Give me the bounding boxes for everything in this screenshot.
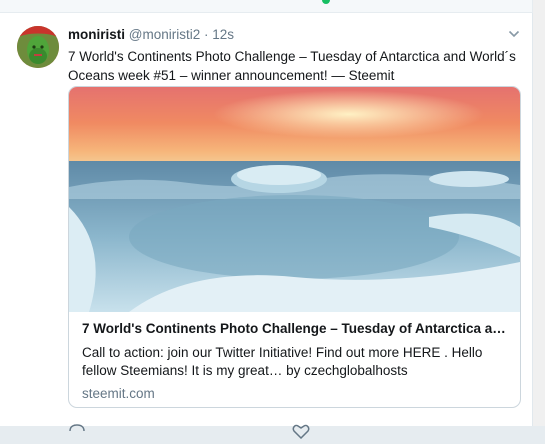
- card-title: 7 World's Continents Photo Challenge – T…: [82, 321, 510, 336]
- tweet[interactable]: moniristi @moniristi2 · 12s 7 World's Co…: [0, 13, 533, 440]
- avatar[interactable]: [17, 26, 59, 68]
- card-image: [69, 87, 520, 312]
- tweet-timestamp[interactable]: 12s: [212, 27, 234, 42]
- reply-icon[interactable]: [68, 423, 86, 439]
- header-separator: ·: [204, 27, 209, 42]
- tweet-header: moniristi @moniristi2 · 12s: [68, 27, 234, 42]
- display-name[interactable]: moniristi: [68, 27, 125, 42]
- tweet-text: 7 World's Continents Photo Challenge – T…: [68, 49, 516, 83]
- tweet-actions: [68, 423, 518, 440]
- card-domain: steemit.com: [82, 386, 155, 401]
- chevron-down-icon[interactable]: [508, 27, 520, 39]
- card-description: Call to action: join our Twitter Initiat…: [82, 345, 483, 378]
- card-body: 7 World's Continents Photo Challenge – T…: [82, 320, 510, 401]
- like-icon[interactable]: [292, 423, 310, 440]
- link-card[interactable]: 7 World's Continents Photo Challenge – T…: [68, 86, 521, 408]
- status-dot-icon: [322, 0, 330, 4]
- previous-tweet-edge: [0, 0, 532, 13]
- user-handle[interactable]: @moniristi2: [129, 27, 200, 42]
- scrollbar[interactable]: [533, 0, 545, 426]
